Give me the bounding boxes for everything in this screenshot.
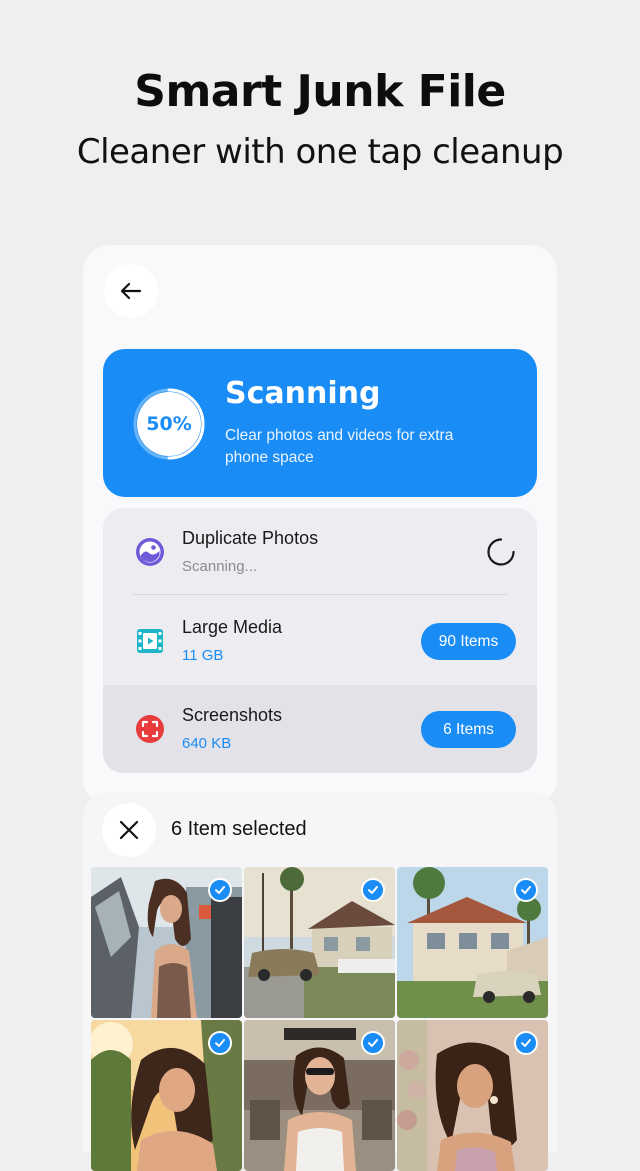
category-title: Screenshots [182,705,283,725]
checkmark-icon[interactable] [361,878,385,902]
photo-grid [91,867,549,1171]
duplicate-photos-icon [136,538,164,566]
category-title: Duplicate Photos [182,528,319,548]
category-size: 11 GB [182,647,224,664]
screenshot-icon [136,715,164,743]
close-button[interactable] [102,803,156,857]
checkmark-icon[interactable] [361,1031,385,1055]
checkmark-icon[interactable] [208,878,232,902]
items-badge-button[interactable]: 6 Items [421,711,516,748]
loading-spinner-icon [487,538,515,566]
headline: Smart Junk File [134,66,506,117]
scan-title: Scanning [225,376,381,411]
photo-thumbnail[interactable] [91,867,242,1018]
scan-description: Clear photos and videos for extra phone … [225,427,454,466]
checkmark-icon[interactable] [514,1031,538,1055]
divider [133,594,507,595]
category-screenshots[interactable]: Screenshots 640 KB 6 Items [103,685,537,773]
photo-thumbnail[interactable] [397,867,548,1018]
category-duplicate-photos[interactable]: Duplicate Photos Scanning... [103,508,537,596]
photo-thumbnail[interactable] [244,1020,395,1171]
scan-banner: 50% Scanning Clear photos and videos for… [103,349,537,497]
category-large-media[interactable]: Large Media 11 GB 90 Items [103,597,537,685]
checkmark-icon[interactable] [208,1031,232,1055]
photo-thumbnail[interactable] [91,1020,242,1171]
progress-percent: 50% [146,413,192,435]
film-icon [137,629,163,653]
subheadline: Cleaner with one tap cleanup [76,132,564,172]
back-button[interactable] [104,264,158,318]
checkmark-icon[interactable] [514,878,538,902]
category-status: Scanning... [182,558,258,575]
photo-thumbnail[interactable] [397,1020,548,1171]
category-size: 640 KB [182,735,232,752]
photo-thumbnail[interactable] [244,867,395,1018]
close-icon [119,820,139,840]
category-title: Large Media [182,617,283,637]
arrow-left-icon [120,282,142,300]
scan-card: 50% Scanning Clear photos and videos for… [83,245,557,805]
selection-count: 6 Item selected [171,818,307,840]
items-badge-button[interactable]: 90 Items [421,623,516,660]
category-list: Duplicate Photos Scanning... Large Media… [103,508,537,773]
